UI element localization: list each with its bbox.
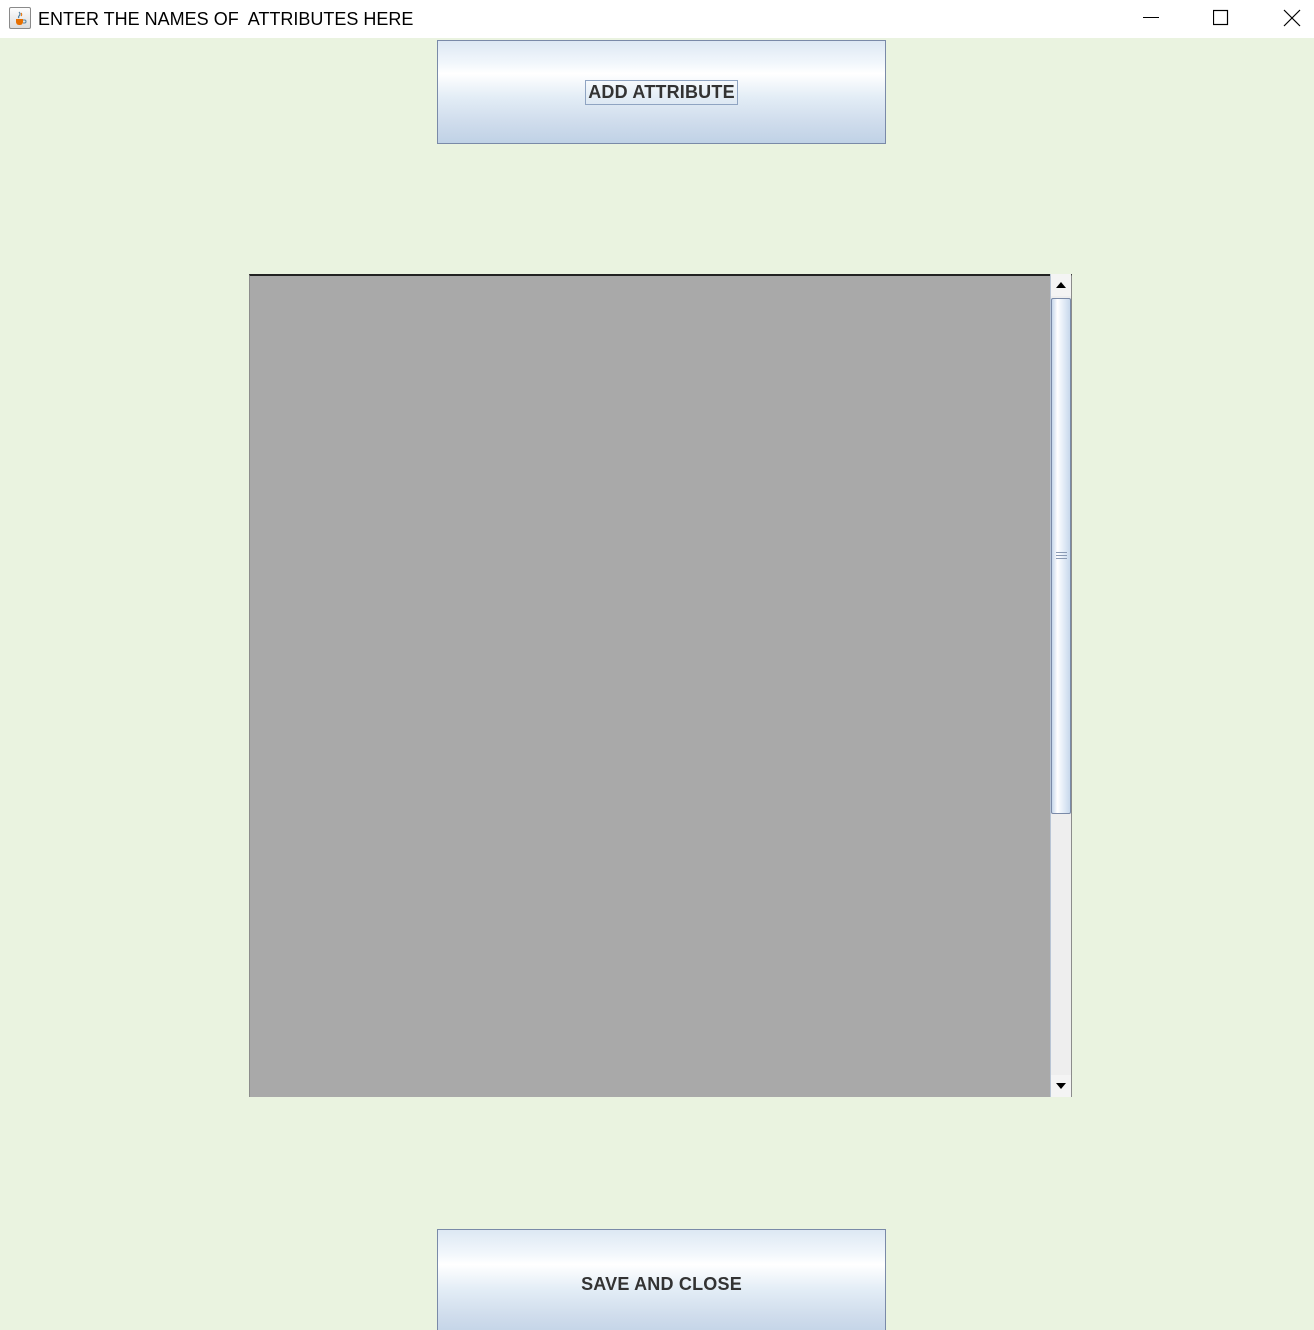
- arrow-up-icon: [1056, 282, 1066, 288]
- scroll-up-button[interactable]: [1051, 274, 1071, 296]
- java-cup-icon: [9, 7, 31, 29]
- add-attribute-button[interactable]: ADD ATTRIBUTE: [437, 40, 886, 144]
- add-attribute-label: ADD ATTRIBUTE: [585, 79, 738, 105]
- window-title: ENTER THE NAMES OF ATTRIBUTES HERE: [38, 9, 414, 29]
- scroll-down-button[interactable]: [1051, 1075, 1071, 1097]
- attributes-panel[interactable]: [250, 276, 1050, 1097]
- arrow-down-icon: [1056, 1083, 1066, 1089]
- minimize-button[interactable]: [1116, 0, 1186, 36]
- close-icon: [1283, 9, 1301, 27]
- attributes-scroll-pane[interactable]: [249, 274, 1072, 1097]
- vertical-scrollbar[interactable]: [1050, 274, 1071, 1097]
- save-and-close-label: SAVE AND CLOSE: [581, 1273, 742, 1294]
- maximize-icon: [1213, 9, 1229, 26]
- title-bar[interactable]: ENTER THE NAMES OF ATTRIBUTES HERE: [0, 0, 1314, 38]
- minimize-icon: [1143, 17, 1159, 18]
- close-button[interactable]: [1256, 0, 1314, 36]
- scrollbar-thumb[interactable]: [1051, 298, 1071, 814]
- save-and-close-button[interactable]: SAVE AND CLOSE: [437, 1229, 886, 1330]
- maximize-button[interactable]: [1186, 0, 1256, 36]
- grip-icon: [1056, 552, 1067, 560]
